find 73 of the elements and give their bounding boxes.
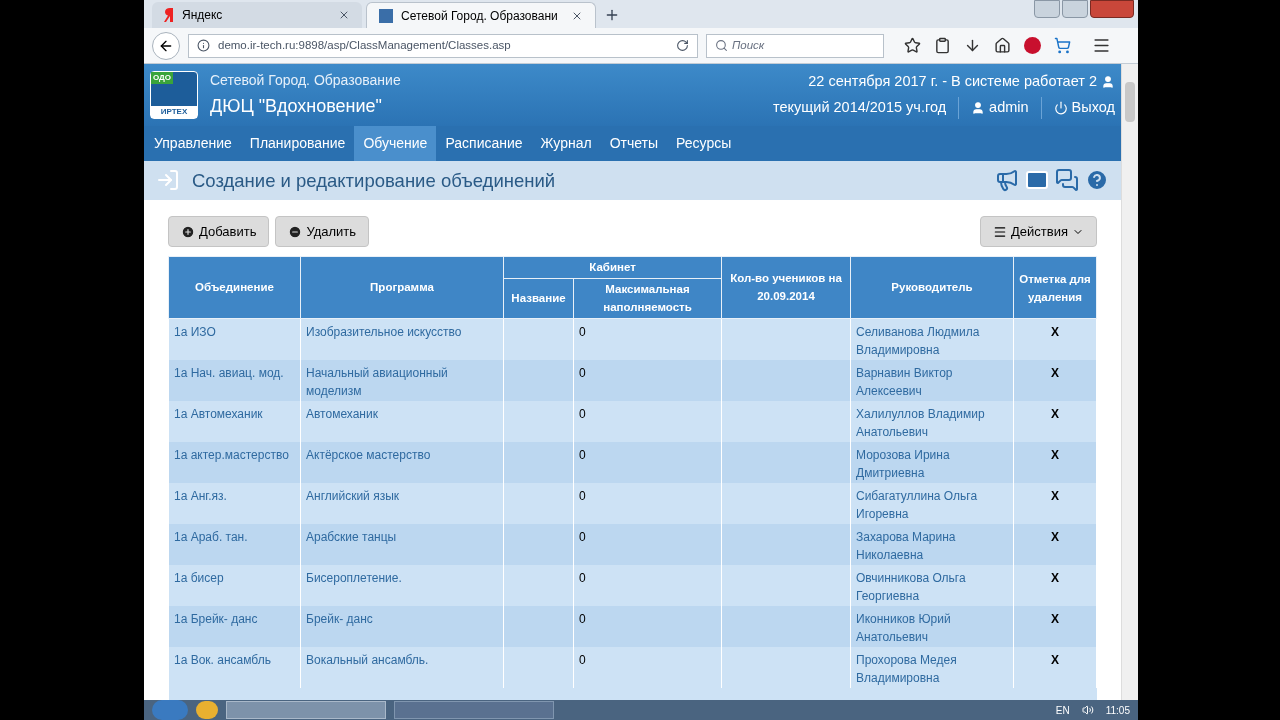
- capacity-cell-text: 0: [579, 570, 587, 587]
- chat-icon[interactable]: [1055, 168, 1079, 193]
- column-header: Максимальная наполняемость: [573, 278, 722, 319]
- browser-tab[interactable]: Яндекс: [152, 2, 362, 28]
- scrollbar[interactable]: [1121, 64, 1138, 700]
- user-icon: [971, 100, 986, 115]
- user-link[interactable]: admin: [958, 96, 1029, 119]
- tab-title: Яндекс: [182, 7, 224, 24]
- menu-icon: [993, 224, 1008, 239]
- back-button[interactable]: [152, 31, 180, 60]
- address-field[interactable]: demo.ir-tech.ru:9898/asp/ClassManagement/Classes.asp: [188, 33, 698, 58]
- menu-icon[interactable]: [1092, 36, 1111, 55]
- academic-year: текущий 2014/2015 уч.год: [773, 97, 947, 117]
- column-header: Название: [503, 278, 574, 319]
- search-placeholder: Поиск: [732, 37, 765, 53]
- actions-button[interactable]: Действия: [980, 216, 1097, 247]
- capacity-cell-text: 0: [579, 611, 587, 628]
- capacity-cell-text: 0: [579, 488, 587, 505]
- capacity-cell-text: 0: [579, 324, 587, 341]
- logo-caption: ИРТЕХ: [151, 105, 197, 118]
- plus-icon: [181, 224, 195, 239]
- browser-tab[interactable]: Сетевой Город. Образовани: [366, 2, 596, 28]
- column-header: Кол-во учеников на 20.09.2014: [721, 256, 851, 319]
- yandex-logo-icon: [164, 8, 174, 22]
- column-header: Программа: [300, 256, 504, 319]
- column-header: Руководитель: [850, 256, 1014, 319]
- capacity-cell-text: 0: [579, 365, 587, 382]
- capacity-cell-text: 0: [579, 529, 587, 546]
- stop-sign-icon[interactable]: [1024, 37, 1041, 54]
- users-icon: [1101, 74, 1115, 89]
- search-icon: [715, 39, 728, 52]
- menu-tab[interactable]: Обучение: [354, 125, 437, 161]
- capacity-cell-text: 0: [579, 406, 587, 423]
- column-header: Объединение: [168, 256, 301, 319]
- page-title: Создание и редактирование объединений: [192, 168, 556, 193]
- clipboard-icon[interactable]: [934, 37, 951, 54]
- site-icon: [379, 8, 393, 23]
- menu-tab[interactable]: Управление: [145, 125, 241, 161]
- column-header: Отметка для удаления: [1013, 256, 1097, 319]
- logo-badge: ОДО: [151, 71, 174, 84]
- menu-tab[interactable]: Журнал: [531, 125, 601, 161]
- language-indicator[interactable]: EN: [1055, 702, 1070, 718]
- cart-icon[interactable]: [1054, 37, 1071, 54]
- organization-name: ДЮЦ "Вдохновение": [210, 94, 383, 118]
- browser-taskbar-icon[interactable]: [196, 701, 218, 719]
- bookmark-star-icon[interactable]: [904, 37, 921, 54]
- menu-tab[interactable]: Ресурсы: [667, 125, 741, 161]
- power-icon: [1053, 100, 1068, 115]
- download-icon[interactable]: [964, 37, 981, 54]
- reload-icon[interactable]: [676, 39, 689, 52]
- menu-tab[interactable]: Планирование: [240, 125, 355, 161]
- tab-title: Сетевой Город. Образовани: [401, 7, 559, 25]
- start-button[interactable]: [152, 700, 188, 720]
- delete-button[interactable]: Удалить: [275, 216, 370, 247]
- capacity-cell-text: 0: [579, 447, 587, 464]
- system-name: Сетевой Город. Образование: [210, 70, 401, 90]
- info-icon: [197, 39, 210, 52]
- menu-tab[interactable]: Расписание: [436, 125, 532, 161]
- search-field[interactable]: Поиск: [706, 33, 884, 58]
- capacity-cell-text: 0: [579, 652, 587, 669]
- close-icon[interactable]: [338, 9, 350, 21]
- column-header: Кабинет: [503, 256, 722, 279]
- minus-icon: [288, 224, 303, 239]
- date-status: 22 сентября 2017 г. - В системе работает 2: [808, 72, 1097, 92]
- clock: 11:05: [1105, 703, 1130, 718]
- url-text: demo.ir-tech.ru:9898/asp/ClassManagement/Classes.asp: [218, 37, 512, 53]
- logout-link[interactable]: Выход: [1040, 96, 1115, 119]
- add-button[interactable]: Добавить: [168, 216, 270, 247]
- volume-icon[interactable]: [1081, 704, 1094, 716]
- new-tab-icon[interactable]: [604, 7, 620, 23]
- menu-tab[interactable]: Отчеты: [600, 125, 668, 161]
- megaphone-icon[interactable]: [995, 168, 1019, 193]
- home-icon[interactable]: [994, 37, 1011, 54]
